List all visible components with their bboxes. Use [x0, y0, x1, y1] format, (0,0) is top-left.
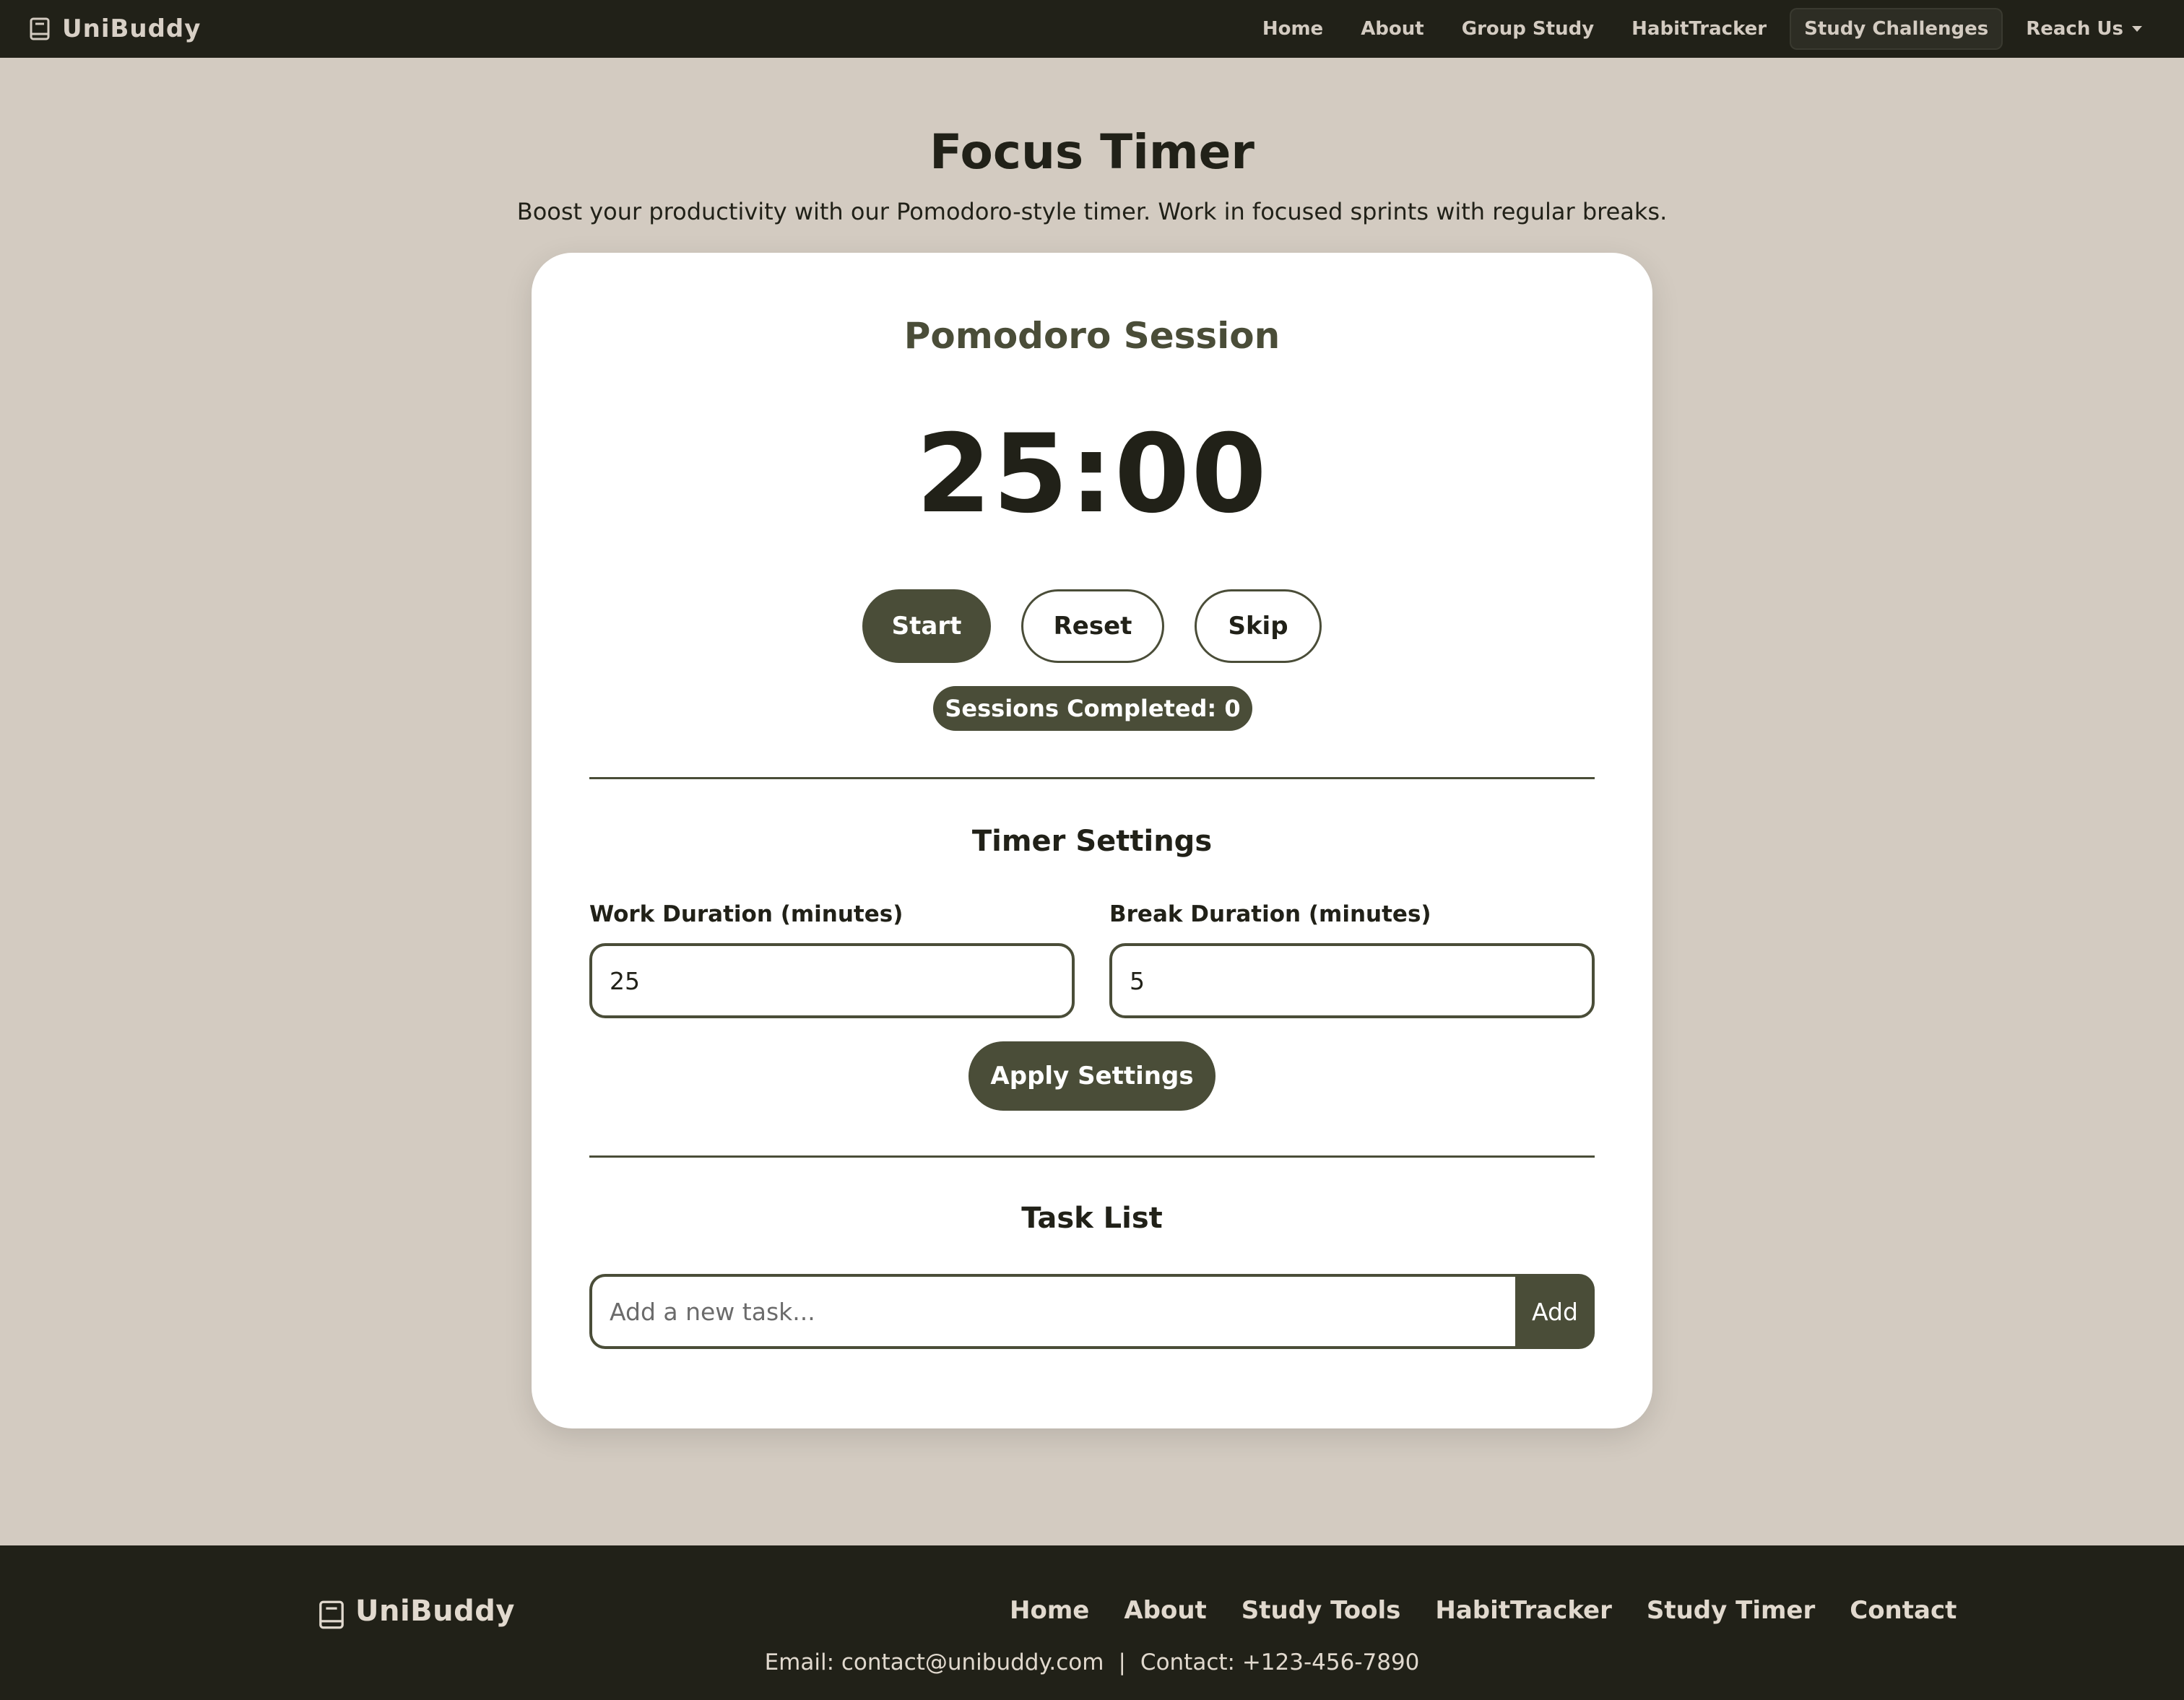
skip-button[interactable]: Skip	[1195, 589, 1322, 663]
footer-link-study-tools[interactable]: Study Tools	[1242, 1596, 1401, 1625]
divider	[589, 1155, 1595, 1158]
task-list-title: Task List	[532, 1202, 1652, 1235]
caret-down-icon	[2132, 26, 2142, 32]
page-subtitle: Boost your productivity with our Pomodor…	[0, 198, 2184, 225]
top-navbar: UniBuddy Home About Group Study HabitTra…	[0, 0, 2184, 58]
footer-brand-name: UniBuddy	[355, 1595, 515, 1628]
work-duration-label: Work Duration (minutes)	[589, 901, 903, 927]
add-task-button[interactable]: Add	[1515, 1274, 1595, 1349]
timer-card: Pomodoro Session 25:00 Start Reset Skip …	[532, 253, 1652, 1428]
book-icon	[318, 1600, 339, 1623]
session-title: Pomodoro Session	[532, 315, 1652, 357]
apply-settings-button[interactable]: Apply Settings	[968, 1041, 1216, 1111]
brand-name: UniBuddy	[62, 14, 201, 43]
reset-button[interactable]: Reset	[1021, 589, 1164, 663]
nav-dropdown-label: Reach Us	[2026, 18, 2123, 40]
footer-email: Email: contact@unibuddy.com	[765, 1649, 1104, 1675]
book-icon	[29, 17, 51, 40]
timer-display: 25:00	[532, 412, 1652, 537]
footer-link-home[interactable]: Home	[1010, 1596, 1089, 1625]
sessions-completed-badge: Sessions Completed: 0	[933, 686, 1252, 731]
nav-link-about[interactable]: About	[1348, 9, 1437, 48]
nav-link-group-study[interactable]: Group Study	[1449, 9, 1607, 48]
page-title: Focus Timer	[0, 124, 2184, 180]
start-button[interactable]: Start	[862, 589, 991, 663]
footer-separator: |	[1118, 1649, 1125, 1675]
nav-link-habittracker[interactable]: HabitTracker	[1618, 9, 1780, 48]
nav-links: Home About Group Study HabitTracker Stud…	[1249, 0, 2155, 58]
navbar-brand[interactable]: UniBuddy	[29, 14, 201, 43]
nav-link-home[interactable]: Home	[1249, 9, 1336, 48]
footer-link-study-timer[interactable]: Study Timer	[1647, 1596, 1815, 1625]
nav-link-study-challenges[interactable]: Study Challenges	[1791, 9, 2001, 48]
footer-contact-info: Email: contact@unibuddy.com | Contact: +12…	[0, 1649, 2184, 1675]
footer-links: Home About Study Tools HabitTracker Stud…	[1010, 1596, 1956, 1625]
footer-phone: Contact: +123-456-7890	[1140, 1649, 1420, 1675]
break-duration-input[interactable]: 5	[1109, 943, 1595, 1018]
work-duration-input[interactable]: 25	[589, 943, 1075, 1018]
footer-brand[interactable]: UniBuddy	[318, 1595, 515, 1628]
new-task-input[interactable]: Add a new task...	[589, 1274, 1515, 1349]
footer-link-contact[interactable]: Contact	[1850, 1596, 1956, 1625]
nav-dropdown-reach-us[interactable]: Reach Us	[2013, 9, 2155, 48]
footer: UniBuddy Home About Study Tools HabitTra…	[0, 1545, 2184, 1700]
settings-title: Timer Settings	[532, 825, 1652, 858]
timer-controls: Start Reset Skip	[532, 589, 1652, 663]
break-duration-label: Break Duration (minutes)	[1109, 901, 1431, 927]
footer-link-about[interactable]: About	[1124, 1596, 1206, 1625]
divider	[589, 777, 1595, 779]
footer-link-habittracker[interactable]: HabitTracker	[1435, 1596, 1612, 1625]
